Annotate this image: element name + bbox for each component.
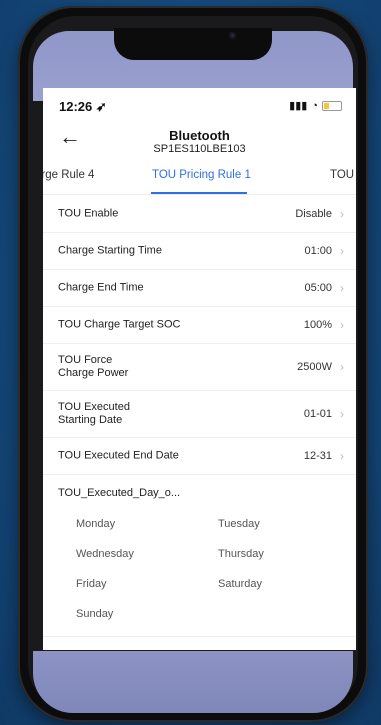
wifi-icon: ◔	[311, 99, 318, 112]
page-title: Bluetooth	[169, 128, 230, 143]
chevron-right-icon: ›	[340, 360, 344, 374]
notch	[114, 28, 272, 60]
setting-row-start-date[interactable]: TOU Executed Starting Date 01-01 ›	[43, 391, 356, 438]
setting-row-end-date[interactable]: TOU Executed End Date 12-31 ›	[43, 438, 356, 475]
setting-label: Charge End Time	[58, 281, 144, 294]
day-option-wednesday[interactable]: Wednesday	[76, 548, 134, 560]
settings-list: TOU Enable Disable › Charge Starting Tim…	[43, 196, 356, 475]
setting-label: TOU Force Charge Power	[58, 354, 129, 379]
day-option-saturday[interactable]: Saturday	[218, 578, 262, 590]
wallpaper-bottom	[33, 651, 353, 713]
setting-value: 01-01	[303, 408, 332, 420]
setting-label: TOU Charge Target SOC	[58, 318, 181, 331]
day-option-monday[interactable]: Monday	[76, 518, 115, 530]
chevron-right-icon: ›	[340, 281, 344, 295]
status-icons: ▮▮▮ ◔	[289, 99, 342, 112]
setting-label: TOU Executed End Date	[58, 449, 179, 462]
setting-row-charge-start[interactable]: Charge Starting Time 01:00 ›	[43, 233, 356, 270]
setting-value: Disable	[295, 208, 332, 220]
status-time: 12:26 ➶	[59, 99, 107, 114]
chevron-right-icon: ›	[340, 244, 344, 258]
rule-tabs: arge Rule 4 TOU Pricing Rule 1 TOU	[43, 160, 356, 195]
chevron-right-icon: ›	[340, 318, 344, 332]
divider	[43, 636, 356, 637]
battery-icon	[322, 100, 342, 111]
setting-row-target-soc[interactable]: TOU Charge Target SOC 100% ›	[43, 307, 356, 344]
setting-value: 12-31	[303, 450, 332, 462]
setting-value: 100%	[303, 319, 332, 331]
setting-row-tou-enable[interactable]: TOU Enable Disable ›	[43, 196, 356, 233]
day-option-sunday[interactable]: Sunday	[76, 608, 113, 620]
status-bar: 12:26 ➶ ▮▮▮ ◔	[43, 88, 356, 122]
day-option-tuesday[interactable]: Tuesday	[218, 518, 260, 530]
active-tab-indicator	[151, 192, 247, 194]
executed-days-title: TOU_Executed_Day_o...	[58, 487, 181, 499]
day-option-thursday[interactable]: Thursday	[218, 548, 264, 560]
setting-label: Charge Starting Time	[58, 244, 162, 257]
tab-charge-rule-4[interactable]: arge Rule 4	[43, 169, 94, 181]
setting-value: 01:00	[304, 245, 332, 257]
chevron-right-icon: ›	[340, 407, 344, 421]
tab-tou-pricing-rule-1[interactable]: TOU Pricing Rule 1	[152, 169, 251, 181]
signal-icon: ▮▮▮	[289, 100, 308, 112]
chevron-right-icon: ›	[340, 449, 344, 463]
setting-row-force-power[interactable]: TOU Force Charge Power 2500W ›	[43, 344, 356, 391]
setting-row-charge-end[interactable]: Charge End Time 05:00 ›	[43, 270, 356, 307]
camera-icon	[229, 32, 236, 39]
setting-label: TOU Executed Starting Date	[58, 401, 130, 426]
chevron-right-icon: ›	[340, 207, 344, 221]
tab-tou-next[interactable]: TOU	[330, 169, 354, 181]
day-option-friday[interactable]: Friday	[76, 578, 107, 590]
setting-value: 2500W	[297, 361, 332, 373]
nav-bar: ← Bluetooth SP1ES110LBE103	[43, 122, 356, 160]
setting-label: TOU Enable	[58, 207, 119, 220]
setting-value: 05:00	[304, 282, 332, 294]
device-serial: SP1ES110LBE103	[153, 143, 246, 155]
app-screen: 12:26 ➶ ▮▮▮ ◔ ← Bluetooth SP1ES110LBE103…	[43, 88, 356, 650]
